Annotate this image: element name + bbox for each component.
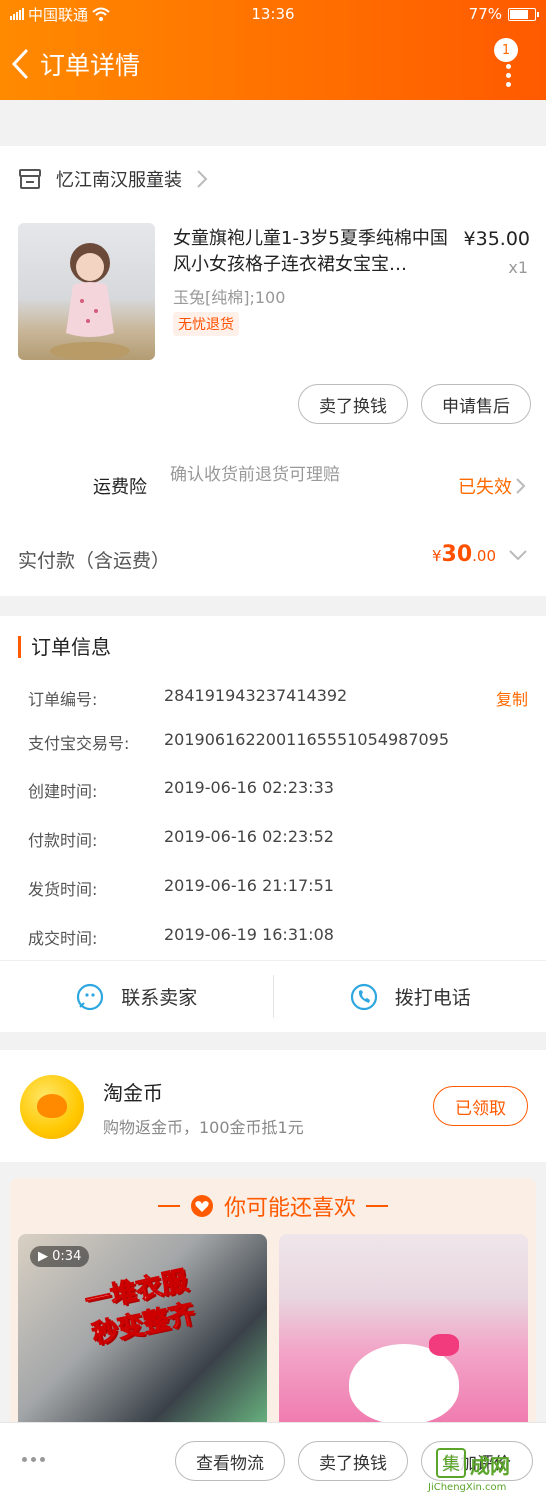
order-item-card: 忆江南汉服童装 女童旗袍儿童1-3岁5夏季纯棉中国风小女孩格子连衣裙女宝宝… ¥… [0, 146, 546, 596]
nav-bar: 订单详情 1 [0, 28, 546, 100]
product-title[interactable]: 女童旗袍儿童1-3岁5夏季纯棉中国风小女孩格子连衣裙女宝宝… [173, 226, 451, 278]
shipping-insurance-label: 运费险 [93, 477, 147, 498]
wifi-icon [92, 7, 110, 21]
watermark-text: 成网 [470, 1454, 510, 1478]
shipping-insurance-status[interactable]: 已失效 [458, 473, 526, 499]
promo-overlay-text: 一堆衣服 秒变整齐 [82, 1265, 198, 1351]
coins-subtitle: 购物返金币，100金币抵1元 [103, 1118, 304, 1137]
video-duration: ▶ 0:34 [30, 1246, 90, 1267]
chat-icon [77, 983, 104, 1010]
insurance-status-text: 已失效 [458, 477, 512, 498]
shipped-time-row: 发货时间: 2019-06-16 21:17:51 [28, 876, 334, 899]
recommend-section: 你可能还喜欢 ▶ 0:34 一堆衣服 秒变整齐 [10, 1178, 536, 1444]
decor-line [157, 1205, 180, 1207]
call-phone-button[interactable]: 拨打电话 [274, 961, 546, 1032]
shipping-insurance-desc: 确认收货前退货可理赔 [170, 465, 340, 485]
coins-card: 淘金币 购物返金币，100金币抵1元 已领取 [0, 1050, 546, 1162]
more-dots-icon [506, 64, 511, 87]
recommend-title: 你可能还喜欢 [10, 1190, 536, 1222]
watermark-logo: 集 [436, 1448, 466, 1478]
contact-seller-label: 联系卖家 [121, 987, 198, 1009]
hello-kitty-image [349, 1344, 459, 1424]
copy-button[interactable]: 复制 [496, 686, 528, 710]
contact-seller-button[interactable]: 联系卖家 [0, 961, 273, 1032]
product-quantity: x1 [508, 258, 528, 277]
expand-payment-toggle[interactable] [508, 546, 528, 565]
decor-line [366, 1205, 388, 1207]
view-logistics-button[interactable]: 查看物流 [175, 1441, 285, 1481]
chevron-right-icon [197, 170, 208, 188]
recommend-card[interactable] [279, 1234, 528, 1444]
amount-integer: 30 [441, 542, 473, 567]
gold-coin-icon [20, 1075, 84, 1139]
status-bar: 中国联通 13:36 77% [0, 0, 546, 28]
product-price: ¥35.00 [463, 228, 530, 250]
chevron-right-icon [516, 478, 526, 494]
paid-amount-label: 实付款（含运费） [18, 550, 171, 572]
battery-icon [508, 7, 539, 21]
completed-time-row: 成交时间: 2019-06-19 16:31:08 [28, 925, 334, 948]
more-actions-icon[interactable] [22, 1457, 45, 1462]
watermark-url: JiChengXin.com [428, 1482, 507, 1493]
coins-title: 淘金币 [103, 1081, 163, 1105]
order-info-title: 订单信息 [18, 636, 111, 658]
page-title: 订单详情 [40, 51, 141, 80]
recommend-title-text: 你可能还喜欢 [223, 1196, 356, 1221]
more-menu-button[interactable]: 1 [494, 38, 524, 88]
call-phone-label: 拨打电话 [394, 987, 471, 1009]
watermark: 集 成网 JiChengXin.com [428, 1448, 540, 1496]
header: 中国联通 13:36 77% 订单详情 1 [0, 0, 546, 100]
recommend-card[interactable]: ▶ 0:34 一堆衣服 秒变整齐 [18, 1234, 267, 1444]
shop-icon [19, 169, 41, 189]
battery-percent: 77% [468, 5, 502, 23]
notification-badge: 1 [494, 38, 518, 62]
signal-icon [10, 8, 24, 20]
product-image[interactable] [18, 223, 155, 360]
carrier-label: 中国联通 [28, 5, 89, 24]
order-info-card: 订单信息 复制 订单编号: 284191943237414392 支付宝交易号: 2… [0, 616, 546, 960]
alipay-trade-row: 支付宝交易号: 2019061622001165551054987095 [28, 730, 450, 753]
return-tag: 无忧退货 [173, 312, 239, 336]
shop-name: 忆江南汉服童装 [56, 170, 182, 191]
contact-bar: 联系卖家 拨打电话 [0, 960, 546, 1032]
phone-icon [350, 983, 377, 1010]
sell-for-cash-button[interactable]: 卖了换钱 [298, 384, 408, 424]
kitty-bow [429, 1334, 459, 1356]
order-number-row: 订单编号: 284191943237414392 [28, 686, 348, 709]
product-sku: 玉兔[纯棉];100 [173, 288, 286, 307]
created-time-row: 创建时间: 2019-06-16 02:23:33 [28, 778, 334, 801]
coins-claimed-button[interactable]: 已领取 [433, 1086, 528, 1126]
paid-time-row: 付款时间: 2019-06-16 02:23:52 [28, 827, 334, 850]
after-sale-button[interactable]: 申请售后 [421, 384, 531, 424]
sell-for-cash-button[interactable]: 卖了换钱 [298, 1441, 408, 1481]
heart-icon [190, 1195, 213, 1217]
paid-amount: ¥30.00 [432, 542, 496, 567]
currency-symbol: ¥ [431, 547, 442, 565]
shop-header[interactable]: 忆江南汉服童装 [18, 166, 208, 192]
spacer [0, 120, 546, 128]
back-arrow-icon[interactable] [10, 46, 36, 82]
clock: 13:36 [251, 5, 295, 23]
amount-decimal: .00 [472, 547, 496, 565]
chevron-down-icon [509, 550, 527, 561]
